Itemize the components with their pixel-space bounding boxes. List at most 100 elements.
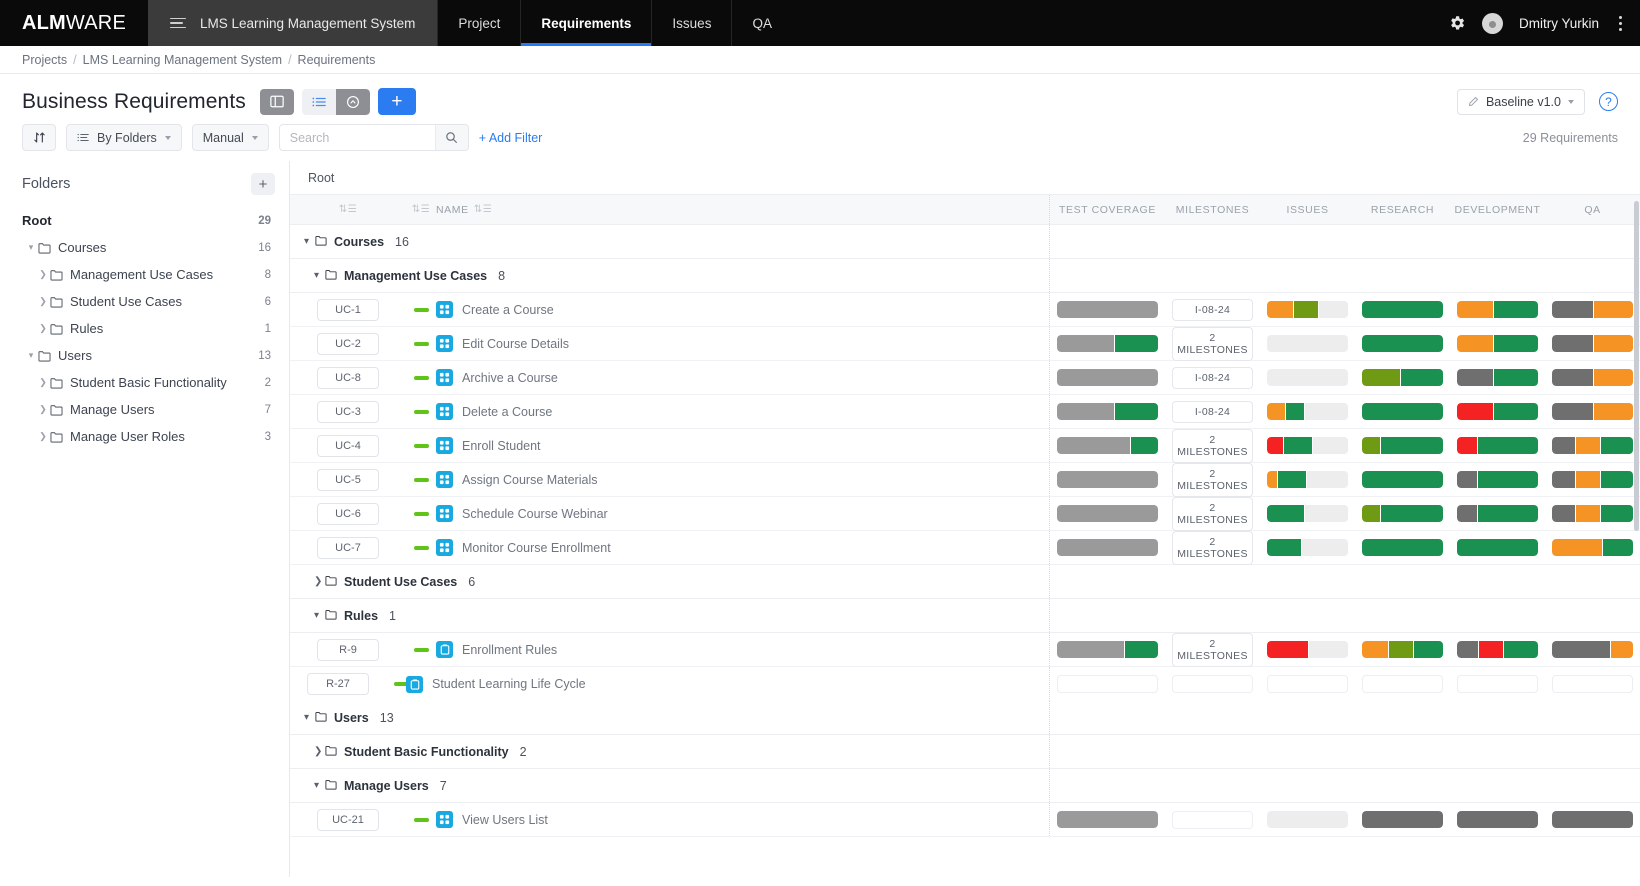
chevron-right-icon[interactable]: ❯ [36, 269, 50, 280]
menu-icon[interactable] [169, 17, 186, 29]
milestones-cell[interactable]: I-08-24 [1165, 298, 1260, 321]
research-cell[interactable] [1355, 369, 1450, 386]
milestones-cell[interactable] [1165, 675, 1260, 693]
chevron-down-icon[interactable]: ▾ [314, 780, 325, 791]
chevron-right-icon[interactable]: ❯ [36, 323, 50, 334]
research-cell[interactable] [1355, 403, 1450, 420]
nav-tab-requirements[interactable]: Requirements [520, 0, 652, 46]
milestones-cell[interactable]: I-08-24 [1165, 366, 1260, 389]
issues-cell[interactable] [1260, 539, 1355, 556]
development-cell[interactable] [1450, 403, 1545, 420]
nav-tab-qa[interactable]: QA [731, 0, 792, 46]
requirement-id-chip[interactable]: UC-4 [317, 434, 379, 457]
chevron-down-icon[interactable]: ▾ [304, 236, 315, 247]
more-vertical-icon[interactable] [1615, 15, 1626, 31]
chevron-down-icon[interactable]: ▾ [24, 350, 38, 361]
qa-cell[interactable] [1545, 811, 1640, 828]
grid-requirement-row[interactable]: UC-21 View Users List [290, 803, 1640, 837]
development-cell[interactable] [1450, 641, 1545, 658]
test-coverage-cell[interactable] [1050, 403, 1165, 420]
research-cell[interactable] [1355, 505, 1450, 522]
grid-requirement-row[interactable]: UC-7 Monitor Course Enrollment 2 MILESTONE… [290, 530, 1640, 565]
requirement-id-chip[interactable]: UC-3 [317, 400, 379, 423]
group-by-button[interactable]: By Folders [66, 124, 182, 151]
issues-cell[interactable] [1260, 471, 1355, 488]
grid-requirement-row[interactable]: UC-4 Enroll Student 2 MILESTONES [290, 428, 1640, 463]
development-cell[interactable] [1450, 369, 1545, 386]
column-header-research[interactable]: RESEARCH [1355, 204, 1450, 216]
grid-requirement-row[interactable]: UC-8 Archive a Course I-08-24 [290, 361, 1640, 395]
issues-cell[interactable] [1260, 641, 1355, 658]
grid-requirement-row[interactable]: UC-3 Delete a Course I-08-24 [290, 395, 1640, 429]
milestones-cell[interactable]: 2 MILESTONES [1165, 632, 1260, 667]
grid-requirement-row[interactable]: UC-1 Create a Course I-08-24 [290, 293, 1640, 327]
chevron-down-icon[interactable]: ▾ [314, 610, 325, 621]
grid-folder-row[interactable]: ▾ Rules 1 [290, 599, 1640, 633]
sidebar-folder-student-use-cases[interactable]: ❯ Student Use Cases 6 [0, 288, 289, 315]
test-coverage-cell[interactable] [1050, 675, 1165, 693]
chevron-down-icon[interactable]: ▾ [24, 242, 38, 253]
milestones-cell[interactable]: 2 MILESTONES [1165, 530, 1260, 565]
qa-cell[interactable] [1545, 675, 1640, 693]
research-cell[interactable] [1355, 471, 1450, 488]
project-selector[interactable]: LMS Learning Management System [147, 0, 438, 46]
issues-cell[interactable] [1260, 437, 1355, 454]
development-cell[interactable] [1450, 437, 1545, 454]
grid-requirement-row[interactable]: UC-2 Edit Course Details 2 MILESTONES [290, 326, 1640, 361]
grid-requirement-row[interactable]: R-27 Student Learning Life Cycle [290, 667, 1640, 701]
research-cell[interactable] [1355, 811, 1450, 828]
requirement-id-chip[interactable]: R-9 [317, 638, 379, 661]
sidebar-folder-manage-users[interactable]: ❯ Manage Users 7 [0, 396, 289, 423]
qa-cell[interactable] [1545, 471, 1640, 488]
requirement-id-chip[interactable]: UC-6 [317, 502, 379, 525]
qa-cell[interactable] [1545, 505, 1640, 522]
research-cell[interactable] [1355, 641, 1450, 658]
development-cell[interactable] [1450, 505, 1545, 522]
grid-requirement-row[interactable]: R-9 Enrollment Rules 2 MILESTONES [290, 632, 1640, 667]
issues-cell[interactable] [1260, 335, 1355, 352]
sort-button[interactable] [22, 124, 56, 151]
test-coverage-cell[interactable] [1050, 471, 1165, 488]
requirement-id-chip[interactable]: UC-1 [317, 298, 379, 321]
test-coverage-cell[interactable] [1050, 335, 1165, 352]
development-cell[interactable] [1450, 301, 1545, 318]
chevron-right-icon[interactable]: ❯ [36, 296, 50, 307]
sidebar-folder-users[interactable]: ▾ Users 13 [0, 342, 289, 369]
list-view-button[interactable] [301, 88, 336, 115]
column-header-test-coverage[interactable]: TEST COVERAGE [1050, 204, 1165, 216]
sidebar-folder-courses[interactable]: ▾ Courses 16 [0, 234, 289, 261]
issues-cell[interactable] [1260, 675, 1355, 693]
qa-cell[interactable] [1545, 369, 1640, 386]
sidebar-folder-rules[interactable]: ❯ Rules 1 [0, 315, 289, 342]
requirement-id-chip[interactable]: UC-7 [317, 536, 379, 559]
test-coverage-cell[interactable] [1050, 437, 1165, 454]
column-header-id[interactable]: ⇅☰ [290, 204, 406, 215]
baseline-selector[interactable]: Baseline v1.0 [1456, 88, 1585, 115]
issues-cell[interactable] [1260, 301, 1355, 318]
grid-requirement-row[interactable]: UC-6 Schedule Course Webinar 2 MILESTONES [290, 496, 1640, 531]
column-header-priority[interactable]: ⇅☰ [406, 204, 436, 215]
column-header-name[interactable]: NAME ⇅☰ [436, 204, 1049, 216]
research-cell[interactable] [1355, 675, 1450, 693]
requirement-id-chip[interactable]: UC-5 [317, 468, 379, 491]
chevron-down-icon[interactable]: ▾ [314, 270, 325, 281]
chevron-right-icon[interactable]: ❯ [314, 746, 325, 757]
requirement-id-chip[interactable]: UC-21 [317, 808, 379, 831]
qa-cell[interactable] [1545, 335, 1640, 352]
grid-folder-row[interactable]: ❯ Student Use Cases 6 [290, 565, 1640, 599]
app-logo[interactable]: ALM WARE [0, 0, 148, 46]
chevron-down-icon[interactable]: ▾ [304, 712, 315, 723]
test-coverage-cell[interactable] [1050, 539, 1165, 556]
chevron-right-icon[interactable]: ❯ [36, 404, 50, 415]
vertical-scrollbar[interactable] [1634, 201, 1639, 531]
panel-view-button[interactable] [259, 88, 294, 115]
breadcrumb-item-requirements[interactable]: Requirements [298, 53, 376, 67]
research-cell[interactable] [1355, 539, 1450, 556]
test-coverage-cell[interactable] [1050, 505, 1165, 522]
gauge-view-button[interactable] [335, 88, 370, 115]
nav-tab-issues[interactable]: Issues [651, 0, 731, 46]
avatar[interactable] [1481, 12, 1503, 34]
qa-cell[interactable] [1545, 437, 1640, 454]
column-header-issues[interactable]: ISSUES [1260, 204, 1355, 216]
milestones-cell[interactable]: 2 MILESTONES [1165, 326, 1260, 361]
